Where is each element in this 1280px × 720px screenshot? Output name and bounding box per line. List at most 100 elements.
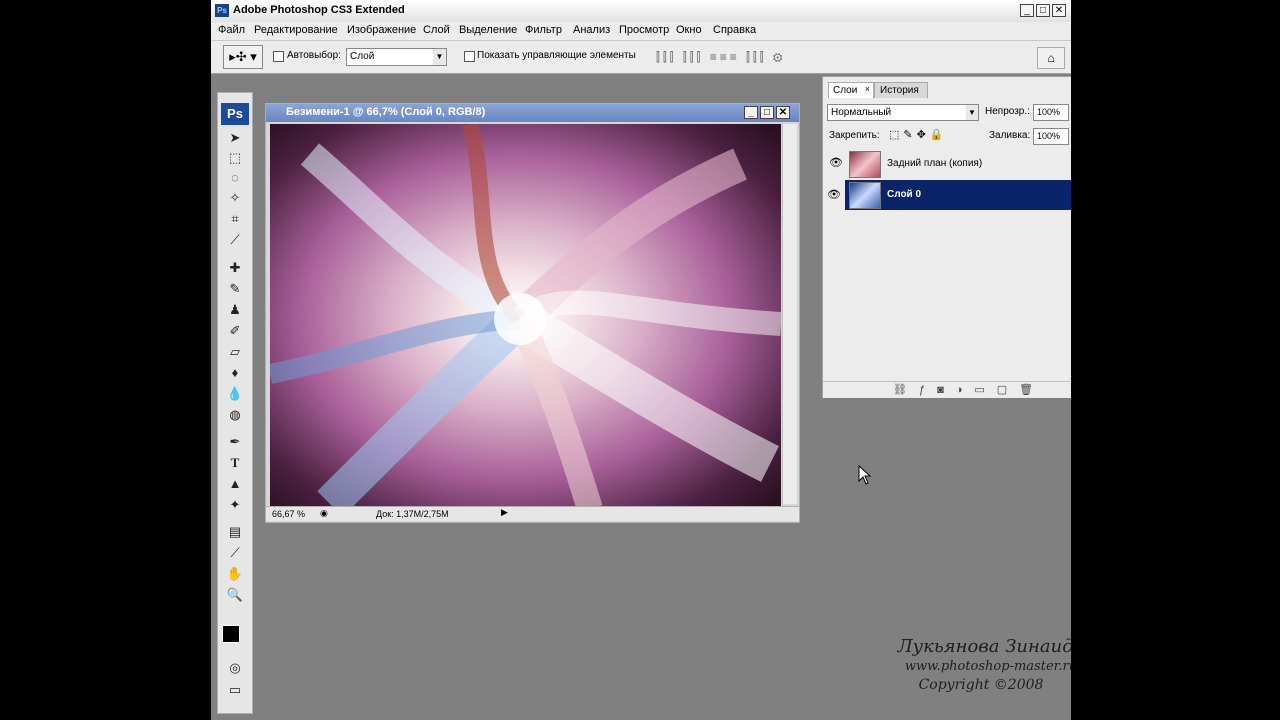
brush-tool-icon[interactable]: ✎ — [224, 280, 246, 298]
move-tool-icon[interactable]: ➤ — [224, 129, 246, 147]
autoselect-checkbox[interactable] — [273, 51, 284, 62]
watermark-copyright: Copyright ©2008 — [918, 677, 1044, 693]
vertical-scrollbar[interactable] — [782, 124, 797, 504]
chevron-down-icon: ▼ — [966, 105, 978, 120]
screen-mode-icon[interactable]: ▭ — [224, 681, 246, 699]
close-button[interactable]: ✕ — [1052, 4, 1066, 17]
opacity-input[interactable]: 100% — [1033, 104, 1069, 121]
visibility-eye-icon[interactable]: 👁 — [829, 156, 843, 169]
title-bar: Ps Adobe Photoshop CS3 Extended _ □ ✕ — [211, 0, 1071, 23]
layer-name: Слой 0 — [887, 189, 922, 200]
lasso-tool-icon[interactable]: ◌ — [224, 169, 246, 187]
tool-preset-picker[interactable]: ▸✣ ▾ — [223, 45, 263, 69]
menu-help[interactable]: Справка — [713, 24, 756, 36]
blur-tool-icon[interactable]: 💧 — [224, 385, 246, 403]
zoom-level[interactable]: 66,67 % — [272, 509, 305, 519]
marquee-tool-icon[interactable]: ⬚ — [224, 149, 246, 167]
lock-icons[interactable]: ⬚✎✥🔒 — [889, 128, 948, 141]
layer-row-layer-0[interactable]: 👁 Слой 0 — [823, 180, 1071, 210]
layers-panel-footer: ⛓ƒ◙◑▭▢🗑 — [823, 381, 1071, 398]
crop-tool-icon[interactable]: ⌗ — [224, 210, 246, 228]
clone-stamp-tool-icon[interactable]: ♟ — [224, 301, 246, 319]
opacity-value: 100% — [1037, 107, 1061, 117]
document-title: Безимени-1 @ 66,7% (Слой 0, RGB/8) — [286, 106, 486, 118]
opacity-label: Непрозр.: — [985, 106, 1030, 117]
menu-image[interactable]: Изображение — [347, 24, 416, 36]
layer-thumbnail — [849, 182, 881, 209]
align-icons-group[interactable]: ⫿⫿⫿ ⫿⫿⫿ ≡≡≡ ⫿⫿⫿ ⚙ — [656, 50, 786, 65]
toolbox: Ps ➤ ⬚ ◌ ✧ ⌗ ⟋ ✚ ✎ ♟ ✐ ▱ ♦ 💧 ◍ ✒ T ▲ ✦ ▤… — [217, 92, 253, 714]
doc-minimize-button[interactable]: _ — [744, 106, 758, 119]
tab-layers-label: Слои — [833, 85, 858, 96]
photoshop-logo-icon: Ps — [215, 4, 229, 17]
show-controls-label: Показать управляющие элементы — [477, 50, 636, 61]
foreground-color-swatch[interactable] — [222, 625, 240, 643]
menu-view[interactable]: Просмотр — [619, 24, 669, 36]
layer-action-icons[interactable]: ⛓ƒ◙◑▭▢🗑 — [893, 383, 1045, 396]
type-tool-icon[interactable]: T — [224, 454, 246, 472]
eraser-tool-icon[interactable]: ▱ — [224, 343, 246, 361]
watermark-author: Лукьянова Зинаида — [897, 636, 1071, 657]
tab-history-label: История — [880, 85, 919, 96]
layer-thumbnail — [849, 151, 881, 178]
autoselect-value: Слой — [350, 51, 375, 62]
menu-window[interactable]: Окно — [676, 24, 702, 36]
status-arrow-icon[interactable]: ▶ — [501, 507, 508, 518]
document-window: Безимени-1 @ 66,7% (Слой 0, RGB/8) _ □ ✕ — [265, 103, 800, 523]
document-size-info: Док: 1,37M/2,75M — [376, 509, 449, 519]
dodge-tool-icon[interactable]: ◍ — [224, 406, 246, 424]
menu-file[interactable]: Файл — [218, 24, 245, 36]
watermark-site: www.photoshop-master.ru — [904, 659, 1071, 674]
zoom-tool-icon[interactable]: 🔍 — [224, 586, 246, 604]
autoselect-label: Автовыбор: — [287, 50, 341, 61]
magic-wand-tool-icon[interactable]: ✧ — [224, 189, 246, 207]
mouse-cursor-icon — [858, 465, 872, 485]
maximize-button[interactable]: □ — [1036, 4, 1050, 17]
fill-value: 100% — [1037, 131, 1061, 141]
blend-mode-value: Нормальный — [831, 107, 892, 118]
path-selection-tool-icon[interactable]: ▲ — [224, 475, 246, 493]
blend-mode-dropdown[interactable]: Нормальный ▼ — [827, 104, 979, 121]
show-controls-checkbox[interactable] — [464, 51, 475, 62]
shape-tool-icon[interactable]: ✦ — [224, 496, 246, 514]
menu-analysis[interactable]: Анализ — [573, 24, 610, 36]
menu-bar: Файл Редактирование Изображение Слой Выд… — [211, 22, 1071, 40]
history-brush-tool-icon[interactable]: ✐ — [224, 322, 246, 340]
fill-input[interactable]: 100% — [1033, 128, 1069, 145]
layer-row-background-copy[interactable]: 👁 Задний план (копия) — [823, 149, 1071, 179]
menu-layer[interactable]: Слой — [423, 24, 450, 36]
pen-tool-icon[interactable]: ✒ — [224, 433, 246, 451]
tab-close-icon[interactable]: × — [865, 84, 870, 94]
autoselect-dropdown[interactable]: Слой ▼ — [346, 48, 447, 66]
tab-layers[interactable]: Слои × — [828, 82, 874, 98]
notes-tool-icon[interactable]: ▤ — [224, 523, 246, 541]
tab-history[interactable]: История — [874, 82, 928, 98]
fill-label: Заливка: — [989, 130, 1031, 141]
chevron-down-icon: ▼ — [433, 49, 446, 65]
document-title-bar: Безимени-1 @ 66,7% (Слой 0, RGB/8) _ □ ✕ — [266, 104, 799, 122]
status-menu-icon[interactable]: ◉ — [320, 508, 328, 519]
menu-filter[interactable]: Фильтр — [525, 24, 562, 36]
image-canvas[interactable] — [270, 124, 781, 509]
hand-tool-icon[interactable]: ✋ — [224, 565, 246, 583]
menu-edit[interactable]: Редактирование — [254, 24, 338, 36]
photoshop-window: Ps Adobe Photoshop CS3 Extended _ □ ✕ Фа… — [211, 0, 1071, 720]
healing-brush-tool-icon[interactable]: ✚ — [224, 259, 246, 277]
visibility-eye-icon[interactable]: 👁 — [823, 180, 845, 210]
layers-panel: Слои × История Нормальный ▼ Непрозр.: 10… — [822, 76, 1071, 398]
lock-label: Закрепить: — [829, 130, 880, 141]
eyedropper-tool-icon[interactable]: ⟋ — [224, 544, 246, 562]
workspace-icon[interactable]: ⌂ — [1037, 47, 1065, 69]
doc-close-button[interactable]: ✕ — [776, 106, 790, 119]
document-status-bar: 66,67 % ◉ Док: 1,37M/2,75M ▶ — [266, 506, 799, 521]
slice-tool-icon[interactable]: ⟋ — [224, 231, 246, 249]
quick-mask-icon[interactable]: ◎ — [224, 659, 246, 677]
layer-name: Задний план (копия) — [887, 158, 983, 169]
menu-select[interactable]: Выделение — [459, 24, 517, 36]
window-title: Adobe Photoshop CS3 Extended — [233, 4, 405, 16]
minimize-button[interactable]: _ — [1020, 4, 1034, 17]
paint-bucket-tool-icon[interactable]: ♦ — [224, 364, 246, 382]
toolbox-ps-logo: Ps — [221, 103, 249, 125]
options-bar: ▸✣ ▾ Автовыбор: Слой ▼ Показать управляю… — [211, 40, 1071, 74]
doc-maximize-button[interactable]: □ — [760, 106, 774, 119]
